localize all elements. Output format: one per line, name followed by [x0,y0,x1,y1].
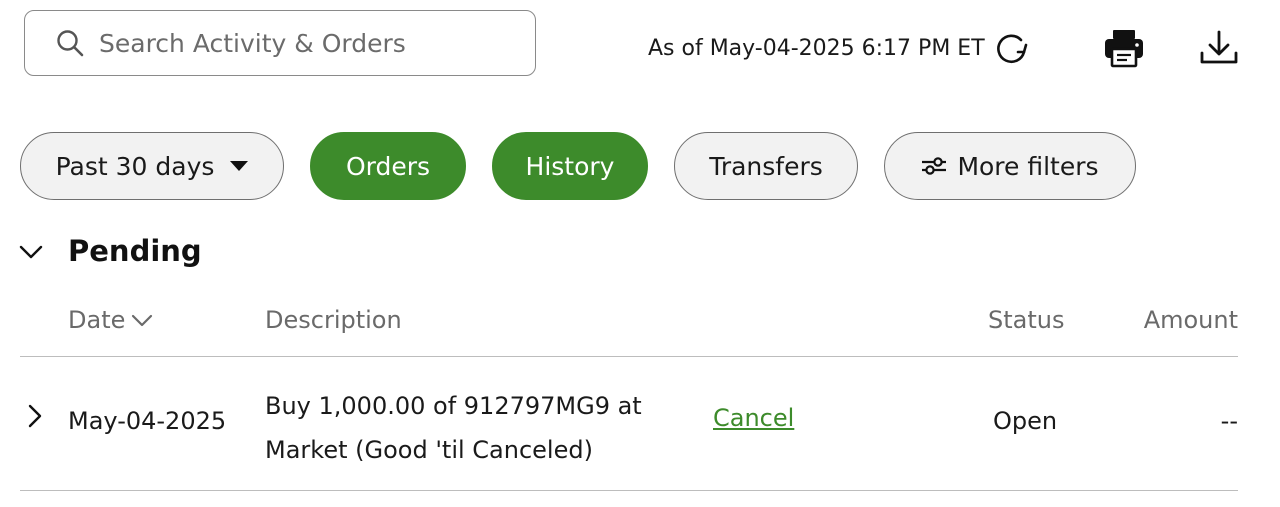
caret-down-icon [230,160,249,172]
sort-chevron-down-icon [131,312,153,328]
amount-column-header: Amount [1143,306,1238,334]
date-range-dropdown[interactable]: Past 30 days [20,132,284,200]
row-status: Open [993,407,1058,435]
more-filters-label: More filters [957,151,1099,181]
download-icon [1198,30,1240,73]
orders-filter-label: Orders [345,151,431,181]
search-icon [55,26,89,60]
status-column-header: Status [988,306,1065,334]
header-divider [20,356,1238,357]
cancel-order-link[interactable]: Cancel [713,404,794,432]
search-box[interactable] [24,10,536,76]
row-divider [20,490,1238,491]
pending-section-header[interactable]: Pending [18,234,202,268]
as-of-text: As of May-04-2025 6:17 PM ET [648,35,985,61]
as-of-timestamp: As of May-04-2025 6:17 PM ET [648,28,1031,68]
more-filters-button[interactable]: More filters [884,132,1136,200]
date-column-header[interactable]: Date [68,306,153,334]
transfers-filter-label: Transfers [709,151,823,181]
sliders-icon [921,155,947,177]
print-icon [1102,30,1146,75]
top-bar: As of May-04-2025 6:17 PM ET [0,0,1280,90]
history-filter-button[interactable]: History [492,132,648,200]
row-description: Buy 1,000.00 of 912797MG9 at Market (Goo… [265,384,695,472]
description-column-header: Description [265,306,402,334]
date-header-label: Date [68,306,126,334]
section-title: Pending [68,234,202,268]
print-button[interactable] [1102,27,1146,71]
orders-filter-button[interactable]: Orders [310,132,466,200]
download-button[interactable] [1198,27,1240,69]
row-description-line1: Buy 1,000.00 of 912797MG9 at [265,392,642,420]
date-range-label: Past 30 days [55,151,215,181]
chevron-right-icon[interactable] [24,403,46,429]
filter-bar: Past 30 days Orders History Transfers Mo… [20,132,1136,200]
row-amount: -- [1220,407,1238,435]
refresh-icon[interactable] [991,28,1031,68]
history-filter-label: History [525,151,615,181]
search-input[interactable] [97,27,497,59]
transfers-filter-button[interactable]: Transfers [674,132,858,200]
row-date: May-04-2025 [68,407,227,435]
row-description-line2: Market (Good 'til Canceled) [265,436,593,464]
chevron-down-icon[interactable] [18,238,44,264]
